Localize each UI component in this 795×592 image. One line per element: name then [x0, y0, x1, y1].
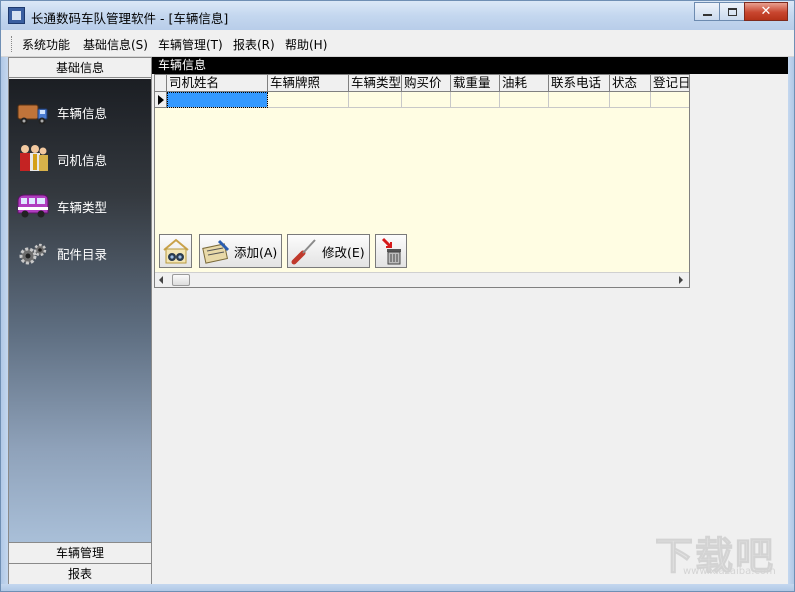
table-cell[interactable] — [167, 92, 268, 108]
column-header[interactable]: 车辆类型 — [349, 75, 402, 92]
window-controls: ✕ — [694, 2, 788, 21]
minimize-button[interactable] — [694, 2, 720, 21]
bus-icon — [15, 189, 51, 223]
table-cell[interactable] — [500, 92, 549, 108]
column-header[interactable]: 司机姓名 — [167, 75, 268, 92]
edit-button[interactable]: 修改(E) — [287, 234, 370, 268]
table-header: 司机姓名 车辆牌照 车辆类型 购买价 载重量 油耗 联系电话 状态 登记日 — [155, 75, 689, 92]
drivers-icon — [15, 142, 51, 176]
delete-button[interactable] — [375, 234, 407, 268]
menu-vehicle-management[interactable]: 车辆管理(T) — [158, 36, 223, 53]
watermark: 下载吧 www.xiazaiba.com — [654, 525, 787, 579]
nav-group-reports[interactable]: 报表 — [9, 563, 151, 584]
window-frame-right — [788, 57, 795, 584]
table-cell[interactable] — [451, 92, 500, 108]
nav-panel: 基础信息 车辆信息 司机信息 车辆类型 配件目录 车辆管理 报表 — [8, 57, 152, 584]
horizontal-scrollbar[interactable] — [155, 272, 689, 287]
menu-bar: 系统功能 基础信息(S) 车辆管理(T) 报表(R) 帮助(H) — [0, 30, 795, 57]
current-row-indicator — [155, 92, 167, 108]
column-header[interactable]: 购买价 — [402, 75, 451, 92]
truck-icon — [15, 95, 51, 129]
menu-system[interactable]: 系统功能 — [22, 36, 70, 53]
nav-item-vehicle-info[interactable]: 车辆信息 — [15, 93, 147, 131]
binoculars-icon — [161, 236, 191, 266]
nav-group-vehicle-management[interactable]: 车辆管理 — [9, 542, 151, 563]
row-indicator-header — [155, 75, 167, 92]
close-icon: ✕ — [760, 4, 772, 19]
title-bar[interactable]: 长通数码车队管理软件 - [车辆信息] ✕ — [0, 0, 795, 30]
window-frame-left — [0, 57, 8, 584]
section-title: 车辆信息 — [152, 57, 788, 74]
maximize-button[interactable] — [719, 2, 745, 21]
nav-group-basic-info[interactable]: 基础信息 — [9, 58, 151, 78]
column-header[interactable]: 油耗 — [500, 75, 549, 92]
column-header[interactable]: 登记日 — [651, 75, 689, 92]
menu-basic-info[interactable]: 基础信息(S) — [83, 36, 148, 53]
menu-grip — [11, 36, 14, 52]
app-icon — [8, 7, 25, 24]
window-title: 长通数码车队管理软件 - [车辆信息] — [31, 11, 229, 26]
minimize-icon — [702, 14, 712, 16]
edit-button-label: 修改(E) — [322, 244, 365, 260]
main-content: 车辆信息 司机姓名 车辆牌照 车辆类型 购买价 载重量 油耗 联系电话 状态 登… — [152, 57, 788, 584]
nav-item-label: 司机信息 — [57, 152, 108, 168]
table-cell[interactable] — [651, 92, 689, 108]
scrollbar-thumb[interactable] — [172, 274, 190, 286]
scroll-right-icon[interactable] — [679, 276, 683, 284]
column-header[interactable]: 状态 — [610, 75, 651, 92]
search-button[interactable] — [159, 234, 192, 268]
window-frame-bottom — [0, 584, 795, 592]
screwdriver-icon — [289, 236, 319, 266]
table-cell[interactable] — [549, 92, 610, 108]
table-row[interactable] — [155, 92, 689, 108]
watermark-url: www.xiazaiba.com — [683, 566, 776, 577]
nav-items-area: 车辆信息 司机信息 车辆类型 配件目录 — [9, 79, 151, 542]
table-cell[interactable] — [610, 92, 651, 108]
nav-item-vehicle-type[interactable]: 车辆类型 — [15, 187, 147, 225]
column-header[interactable]: 载重量 — [451, 75, 500, 92]
gears-icon — [15, 236, 51, 270]
table-cell[interactable] — [402, 92, 451, 108]
column-header[interactable]: 联系电话 — [549, 75, 610, 92]
nav-item-label: 配件目录 — [57, 246, 108, 262]
maximize-icon — [727, 7, 737, 16]
column-header[interactable]: 车辆牌照 — [268, 75, 349, 92]
close-button[interactable]: ✕ — [744, 2, 788, 21]
nav-item-driver-info[interactable]: 司机信息 — [15, 140, 147, 178]
trash-icon — [377, 236, 407, 266]
table-cell[interactable] — [349, 92, 402, 108]
nav-item-label: 车辆类型 — [57, 199, 108, 215]
nav-item-parts-catalog[interactable]: 配件目录 — [15, 234, 147, 272]
scroll-left-icon[interactable] — [159, 276, 163, 284]
menu-help[interactable]: 帮助(H) — [285, 36, 327, 53]
add-button[interactable]: 添加(A) — [199, 234, 282, 268]
nav-item-label: 车辆信息 — [57, 105, 108, 121]
edit-form-icon — [201, 236, 231, 266]
menu-reports[interactable]: 报表(R) — [233, 36, 275, 53]
add-button-label: 添加(A) — [234, 244, 278, 260]
table-cell[interactable] — [268, 92, 349, 108]
